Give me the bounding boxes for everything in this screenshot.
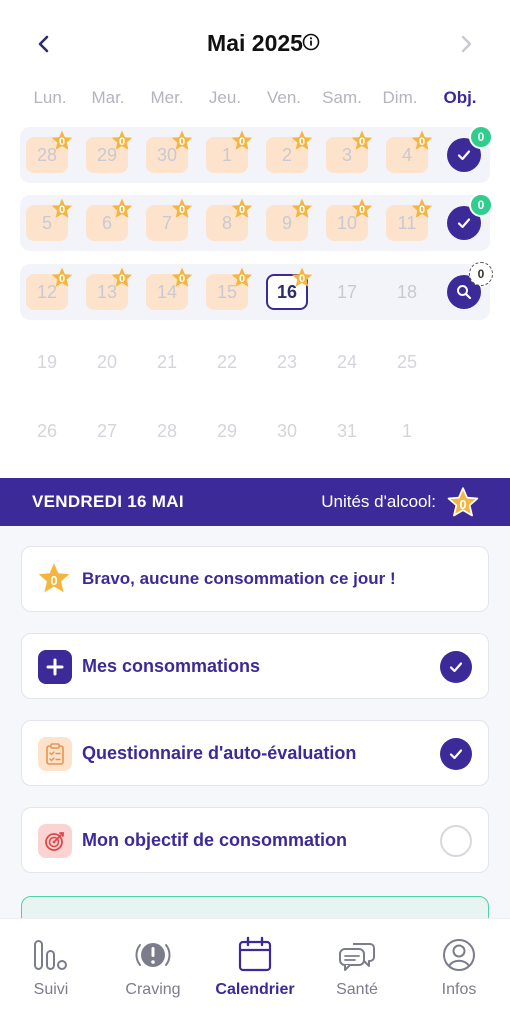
tab-infos[interactable]: Infos (408, 931, 510, 1011)
next-month-button[interactable] (452, 30, 480, 58)
day-cell[interactable]: 20 (86, 344, 128, 380)
month-title: Mai 2025 (207, 30, 303, 56)
tab-infos-label: Infos (441, 981, 477, 998)
chevron-right-icon (461, 35, 472, 53)
day-cell[interactable]: 1 (386, 413, 428, 449)
day-cell[interactable]: 27 (86, 413, 128, 449)
day-cell[interactable]: 29 (206, 413, 248, 449)
selected-date-bar: VENDREDI 16 MAI Unités d'alcool: 0 (0, 478, 510, 526)
day-star-value: 0 (298, 204, 306, 216)
tab-calendrier-label: Calendrier (215, 981, 295, 998)
summary-card: 0 Bravo, aucune consommation ce jour ! (21, 546, 489, 612)
day-star-value: 0 (178, 136, 186, 148)
day-star-value: 0 (58, 204, 66, 216)
day-star-value: 0 (418, 204, 426, 216)
alcohol-units-label: Unités d'alcool: (321, 492, 436, 511)
day-cell[interactable]: 30 (266, 413, 308, 449)
day-cell[interactable]: 26 (26, 413, 68, 449)
plus-icon (38, 650, 72, 684)
questionnaire-label: Questionnaire d'auto-évaluation (82, 743, 357, 763)
selected-day-label: VENDREDI 16 MAI (32, 492, 184, 511)
user-icon (443, 939, 475, 971)
day-star-value: 0 (118, 204, 126, 216)
weekday-wed: Mer. (150, 88, 184, 107)
day-cell[interactable]: 19 (26, 344, 68, 380)
consumption-check (440, 651, 472, 683)
consumption-card[interactable]: Mes consommations (21, 633, 489, 699)
search-icon (457, 285, 472, 300)
questionnaire-check (440, 738, 472, 770)
tab-craving[interactable]: Craving (102, 931, 204, 1011)
checkmark-icon (457, 150, 471, 161)
info-icon[interactable] (302, 33, 320, 51)
objective-card[interactable]: Mon objectif de consommation (21, 807, 489, 873)
day-cell[interactable]: 25 (386, 344, 428, 380)
checkmark-icon (457, 218, 471, 229)
calendar-area: Mai 2025 Lun. Mar. Mer. Jeu. Ven. Sam. D… (0, 0, 510, 478)
tab-suivi[interactable]: Suivi (0, 931, 102, 1011)
tab-sante-label: Santé (336, 981, 378, 998)
consumption-label: Mes consommations (82, 656, 261, 676)
objective-count-badge: 0 (469, 262, 493, 286)
summary-star: 0 (36, 561, 72, 597)
tab-suivi-label: Suivi (33, 981, 69, 998)
calendar-icon (238, 936, 272, 972)
day-star-value: 0 (118, 136, 126, 148)
tab-calendrier[interactable]: Calendrier (204, 931, 306, 1011)
clipboard-icon (38, 737, 72, 771)
weekday-thu: Jeu. (208, 88, 242, 107)
day-cell[interactable]: 24 (326, 344, 368, 380)
day-cell[interactable]: 31 (326, 413, 368, 449)
chart-bars-icon (34, 940, 67, 970)
alcohol-units-value: 0 (459, 497, 467, 512)
weekday-fri: Ven. (266, 88, 302, 107)
chat-bubbles-icon (339, 943, 375, 971)
day-star-value: 0 (118, 273, 126, 285)
day-star-value: 0 (418, 136, 426, 148)
summary-text: Bravo, aucune consommation ce jour ! (82, 569, 396, 588)
objective-count-badge: 0 (469, 125, 493, 149)
checkmark-icon (449, 662, 463, 673)
weekday-mon: Lun. (33, 88, 67, 107)
alert-circle-icon (135, 943, 171, 967)
day-star-value: 0 (298, 273, 306, 285)
day-star-value: 0 (178, 204, 186, 216)
day-cell[interactable]: 22 (206, 344, 248, 380)
weekday-objective: Obj. (443, 88, 477, 107)
questionnaire-card[interactable]: Questionnaire d'auto-évaluation (21, 720, 489, 786)
summary-star-value: 0 (50, 573, 58, 588)
day-star-value: 0 (238, 204, 246, 216)
checkmark-icon (449, 749, 463, 760)
weekday-sun: Dim. (382, 88, 418, 107)
day-star-value: 0 (358, 204, 366, 216)
day-cell[interactable]: 17 (326, 274, 368, 310)
day-star-value: 0 (358, 136, 366, 148)
day-cell[interactable]: 21 (146, 344, 188, 380)
weekday-sat: Sam. (322, 88, 362, 107)
day-star-value: 0 (298, 136, 306, 148)
tab-sante[interactable]: Santé (306, 931, 408, 1011)
day-star-value: 0 (238, 273, 246, 285)
target-icon (38, 824, 72, 858)
weekday-tue: Mar. (91, 88, 125, 107)
day-star-value: 0 (58, 273, 66, 285)
day-cell[interactable]: 28 (146, 413, 188, 449)
day-star-value: 0 (58, 136, 66, 148)
objective-label: Mon objectif de consommation (82, 830, 348, 850)
day-cell[interactable]: 23 (266, 344, 308, 380)
bottom-tab-bar: Suivi Craving Calendrier Santé Infos (0, 918, 510, 1024)
objective-count-badge: 0 (469, 193, 493, 217)
day-star-value: 0 (178, 273, 186, 285)
month-header: Mai 2025 (0, 24, 510, 64)
day-star-value: 0 (238, 136, 246, 148)
day-cell[interactable]: 18 (386, 274, 428, 310)
alcohol-units-star: 0 (446, 486, 480, 520)
objective-check (440, 825, 472, 857)
tab-craving-label: Craving (125, 981, 181, 998)
